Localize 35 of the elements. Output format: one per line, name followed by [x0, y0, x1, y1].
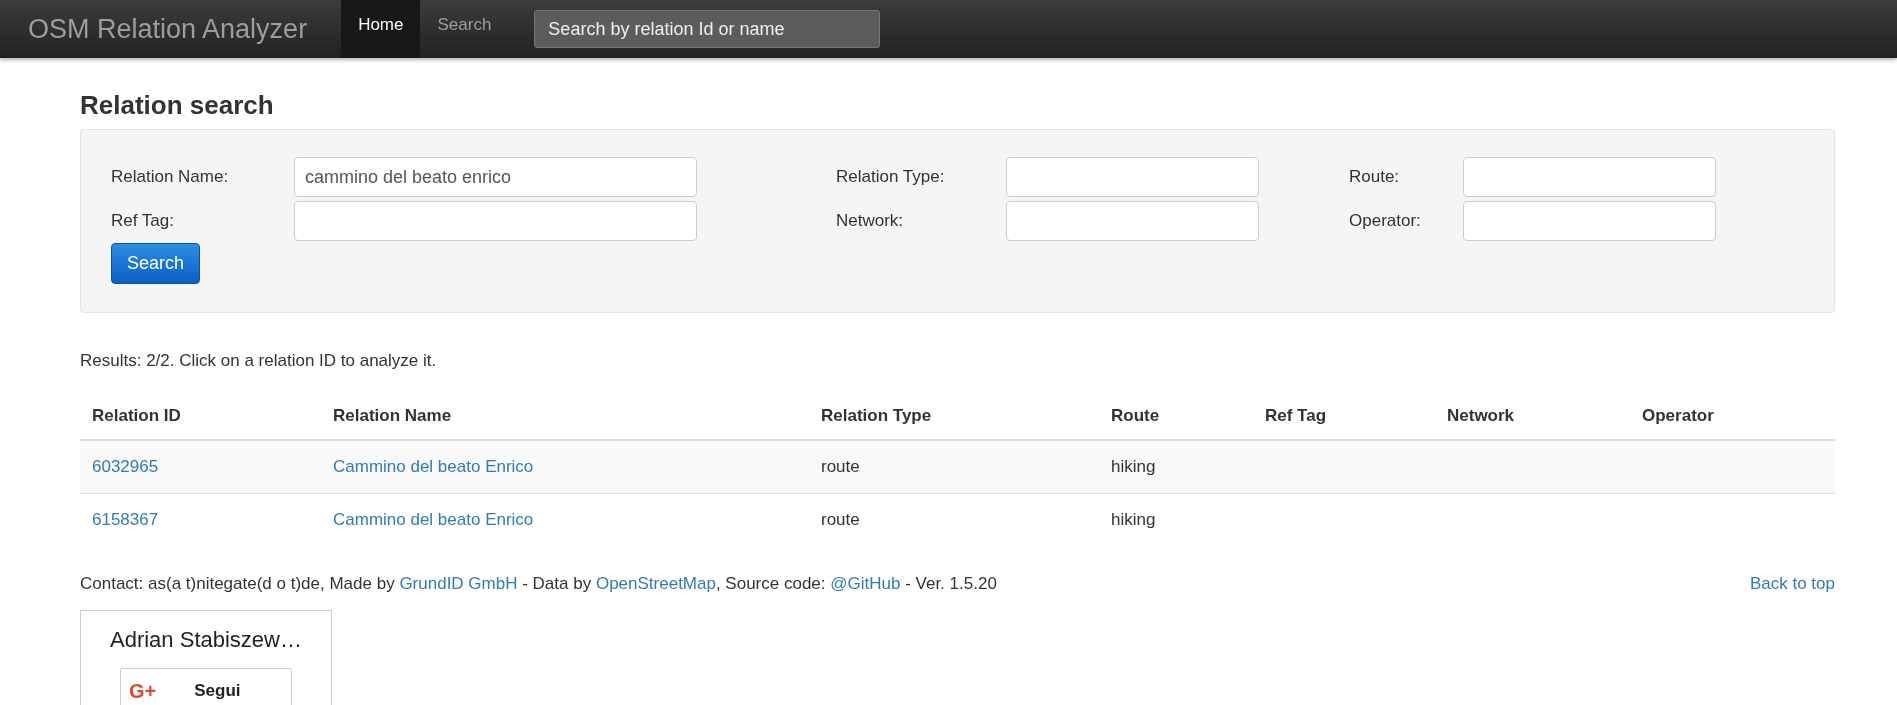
nav-link[interactable]: Home — [341, 0, 421, 58]
field-label: Operator: — [1349, 211, 1422, 231]
input-field[interactable]: cammino del beato enrico — [294, 157, 697, 197]
input-field[interactable] — [1463, 157, 1716, 197]
footer-link[interactable]: OpenStreetMap — [595, 574, 716, 593]
input-field[interactable] — [1006, 201, 1259, 241]
field-label: Relation Name: — [111, 167, 230, 187]
field-label: Network: — [836, 211, 905, 231]
input-field[interactable] — [1463, 201, 1716, 241]
logo-text: G+ — [129, 679, 157, 703]
input-field[interactable] — [294, 201, 697, 241]
relation-link[interactable]: 6158367 — [92, 510, 159, 529]
results-text: Results: 2/2. Click on a relation ID to analyze it. — [80, 351, 438, 371]
search-button[interactable]: Search — [111, 243, 201, 284]
field-label: Route: — [1349, 167, 1401, 187]
input-field[interactable] — [1006, 157, 1259, 197]
nav-link[interactable]: Search — [420, 0, 509, 58]
footer-text: Contact: as(a t)nitegate(d o t)de, Made by GrundID GmbH - Data by OpenStreetMap, Source code: @GitHub - Ver. 1.5.20 — [80, 574, 997, 594]
relation-link[interactable]: Cammino del beato Enrico — [333, 457, 534, 476]
footer-link[interactable]: GrundID GmbH — [399, 574, 518, 593]
relation-link[interactable]: 6032965 — [92, 457, 159, 476]
field-label: Ref Tag: — [111, 211, 175, 231]
table-cell: hiking — [1111, 457, 1156, 476]
page-heading: Relation search — [80, 90, 275, 121]
brand-title[interactable]: OSM Relation Analyzer — [0, 13, 342, 45]
relation-link[interactable]: Cammino del beato Enrico — [333, 510, 534, 529]
field-label: Relation Type: — [836, 167, 946, 187]
table-cell: route — [821, 510, 860, 529]
follow-button[interactable]: G+ Segui — [120, 668, 292, 705]
table-cell: hiking — [1111, 510, 1156, 529]
table-cell: route — [821, 457, 860, 476]
search-field[interactable]: Search by relation Id or name — [534, 10, 881, 48]
profile-name: Adrian Stabiszew… — [110, 627, 302, 653]
footer-link[interactable]: @GitHub — [830, 574, 901, 593]
back-to-top-link[interactable]: Back to top — [1749, 574, 1835, 594]
